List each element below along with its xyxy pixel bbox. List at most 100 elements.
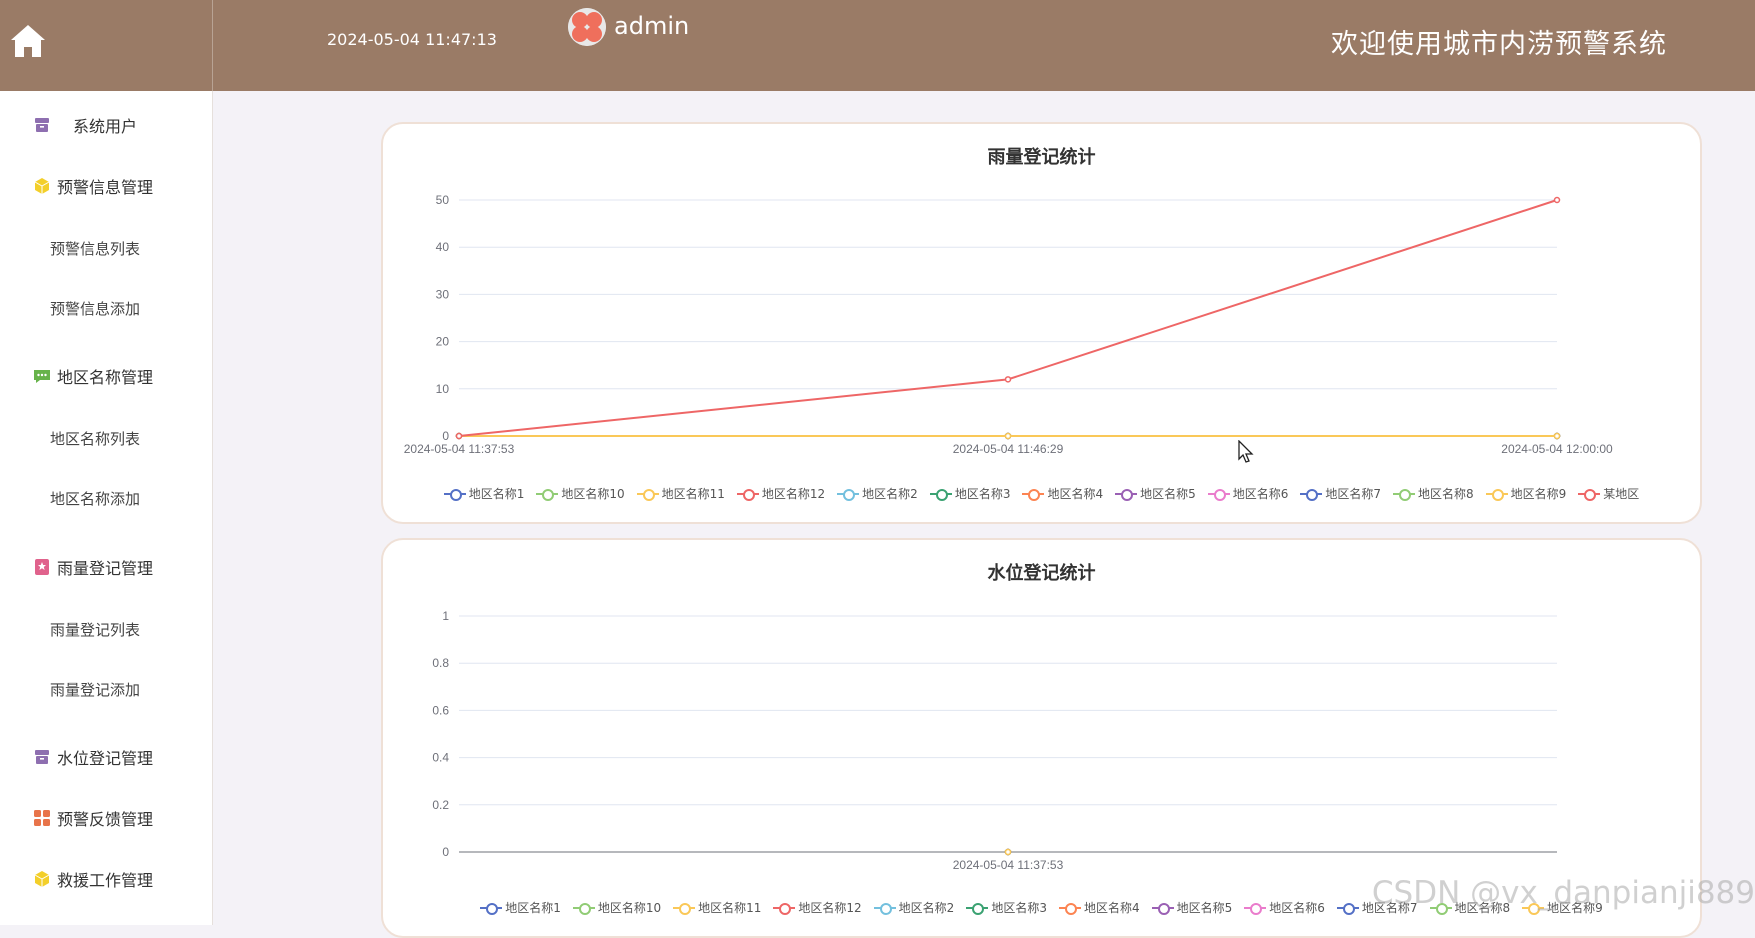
user-avatar[interactable] <box>568 8 606 46</box>
legend-item[interactable]: 地区名称3 <box>966 899 1047 916</box>
x-tick-label: 2024-05-04 11:46:29 <box>953 442 1064 456</box>
data-point[interactable] <box>1553 432 1561 440</box>
legend-label: 地区名称10 <box>597 901 662 915</box>
mouse-cursor-icon <box>1238 440 1254 463</box>
data-point[interactable] <box>1004 432 1012 440</box>
watermark: CSDN @vx_danpianji889 <box>1371 875 1755 911</box>
legend-item[interactable]: 地区名称9 <box>1485 485 1567 502</box>
legend-item[interactable]: 地区名称3 <box>929 485 1011 502</box>
sidebar-item-label: 预警信息管理 <box>57 178 154 197</box>
legend-marker-icon <box>1485 488 1508 501</box>
avatar-icon <box>568 8 606 46</box>
sidebar-group-7[interactable]: 雨量登记管理 <box>0 547 213 587</box>
sidebar-item-label: 系统用户 <box>73 117 138 136</box>
y-tick-label: 50 <box>436 193 450 207</box>
sidebar-item-8[interactable]: 雨量登记列表 <box>0 609 213 649</box>
sidebar-item-label: 预警信息添加 <box>50 299 141 318</box>
legend-label: 地区名称10 <box>561 487 625 501</box>
site-title: 欢迎使用城市内涝预警系统 <box>1331 29 1667 60</box>
legend-label: 地区名称11 <box>661 487 725 501</box>
home-area <box>0 0 213 91</box>
sidebar-group-10[interactable]: 水位登记管理 <box>0 737 213 777</box>
legend-label: 地区名称7 <box>1325 487 1382 501</box>
legend-item[interactable]: 地区名称12 <box>773 899 862 916</box>
legend-item[interactable]: 地区名称1 <box>443 485 525 502</box>
legend-item[interactable]: 地区名称11 <box>673 899 761 916</box>
legend-label: 地区名称3 <box>991 901 1047 915</box>
legend-item[interactable]: 地区名称4 <box>1058 899 1140 916</box>
data-point[interactable] <box>1553 196 1561 204</box>
legend-item[interactable]: 地区名称6 <box>1244 899 1325 916</box>
legend-item[interactable]: 地区名称1 <box>480 899 561 916</box>
legend-item[interactable]: 地区名称8 <box>1393 485 1474 502</box>
x-tick-label: 2024-05-04 12:00:00 <box>1501 442 1613 456</box>
sidebar-menu: 系统用户预警信息管理预警信息列表预警信息添加地区名称管理 地区名称列表 地区名称添加… <box>0 91 213 925</box>
sidebar-item-label: 雨量登记列表 <box>50 620 141 639</box>
sidebar-group-1[interactable]: 预警信息管理 <box>0 166 213 206</box>
y-tick-label: 0.2 <box>432 798 449 812</box>
legend-item[interactable]: 地区名称7 <box>1300 485 1381 502</box>
grid-icon <box>33 809 51 827</box>
sidebar-group-0[interactable]: 系统用户 <box>0 105 213 145</box>
legend-item[interactable]: 地区名称2 <box>873 899 954 916</box>
sidebar-item-5[interactable]: 地区名称列表 <box>0 418 213 458</box>
legend-label: 某地区 <box>1603 487 1640 501</box>
y-tick-label: 30 <box>436 287 450 301</box>
legend-label: 地区名称6 <box>1269 901 1325 915</box>
y-tick-label: 0.6 <box>432 703 449 717</box>
home-icon[interactable] <box>9 22 47 60</box>
legend-marker-icon <box>1336 902 1359 915</box>
legend-item[interactable]: 地区名称5 <box>1151 899 1232 916</box>
legend-label: 地区名称4 <box>1047 487 1104 501</box>
legend-marker-icon <box>929 488 952 501</box>
legend-item[interactable]: 地区名称2 <box>837 485 918 502</box>
username[interactable]: admin <box>614 12 689 40</box>
sidebar-item-9[interactable]: 雨量登记添加 <box>0 669 213 709</box>
data-point[interactable] <box>1004 848 1012 856</box>
legend-marker-icon <box>1151 902 1174 915</box>
legend-label: 地区名称6 <box>1232 487 1289 501</box>
sidebar-item-3[interactable]: 预警信息添加 <box>0 288 213 328</box>
y-tick-label: 1 <box>442 609 449 623</box>
cube-icon <box>33 870 51 888</box>
data-point[interactable] <box>455 432 463 440</box>
legend-marker-icon <box>1300 488 1323 501</box>
sidebar-group-11[interactable]: 预警反馈管理 <box>0 798 213 838</box>
legend-label: 地区名称11 <box>698 901 762 915</box>
sidebar-item-label: 救援工作管理 <box>57 871 154 890</box>
x-tick-label: 2024-05-04 11:37:53 <box>953 858 1064 872</box>
top-header: 2024-05-04 11:47:13 admin 欢迎使用城市内涝预警系统 <box>0 0 1755 91</box>
legend-item[interactable]: 地区名称4 <box>1022 485 1103 502</box>
archive-icon <box>33 116 51 134</box>
legend-item[interactable]: 地区名称12 <box>736 485 825 502</box>
data-point[interactable] <box>1004 376 1012 383</box>
sidebar-group-4[interactable]: 地区名称管理 <box>0 356 213 396</box>
sidebar-item-6[interactable]: 地区名称添加 <box>0 478 213 518</box>
y-tick-label: 0 <box>442 429 449 443</box>
legend-label: 地区名称3 <box>954 487 1011 501</box>
legend-item[interactable]: 某地区 <box>1578 485 1639 502</box>
legend-item[interactable]: 地区名称10 <box>572 899 662 916</box>
legend-marker-icon <box>443 488 466 501</box>
y-tick-label: 10 <box>436 382 450 396</box>
badge-icon <box>33 558 51 576</box>
sidebar-group-12[interactable]: 救援工作管理 <box>0 859 213 899</box>
rainfall-chart-card: 雨量登记统计 0 10 20 30 40 50 2024-05-04 11:37:53 202… <box>381 122 1702 524</box>
legend-marker-icon <box>1207 488 1230 501</box>
legend-marker-icon <box>1115 488 1138 501</box>
legend-label: 地区名称5 <box>1140 487 1196 501</box>
legend-marker-icon <box>773 902 796 915</box>
legend-label: 地区名称9 <box>1510 487 1567 501</box>
sidebar-item-2[interactable]: 预警信息列表 <box>0 228 213 268</box>
chart-legend: 地区名称1 地区名称10 地区名称11 地区名称12 地区名称2 地区名称3 地区名称4 地区… <box>383 485 1700 502</box>
legend-item[interactable]: 地区名称5 <box>1115 485 1196 502</box>
y-tick-label: 0 <box>442 845 449 859</box>
legend-item[interactable]: 地区名称6 <box>1207 485 1289 502</box>
legend-marker-icon <box>873 902 896 915</box>
legend-item[interactable]: 地区名称10 <box>536 485 625 502</box>
legend-label: 地区名称12 <box>798 901 862 915</box>
legend-label: 地区名称8 <box>1418 487 1474 501</box>
legend-item[interactable]: 地区名称11 <box>636 485 725 502</box>
legend-label: 地区名称1 <box>505 901 561 915</box>
legend-label: 地区名称1 <box>468 487 525 501</box>
